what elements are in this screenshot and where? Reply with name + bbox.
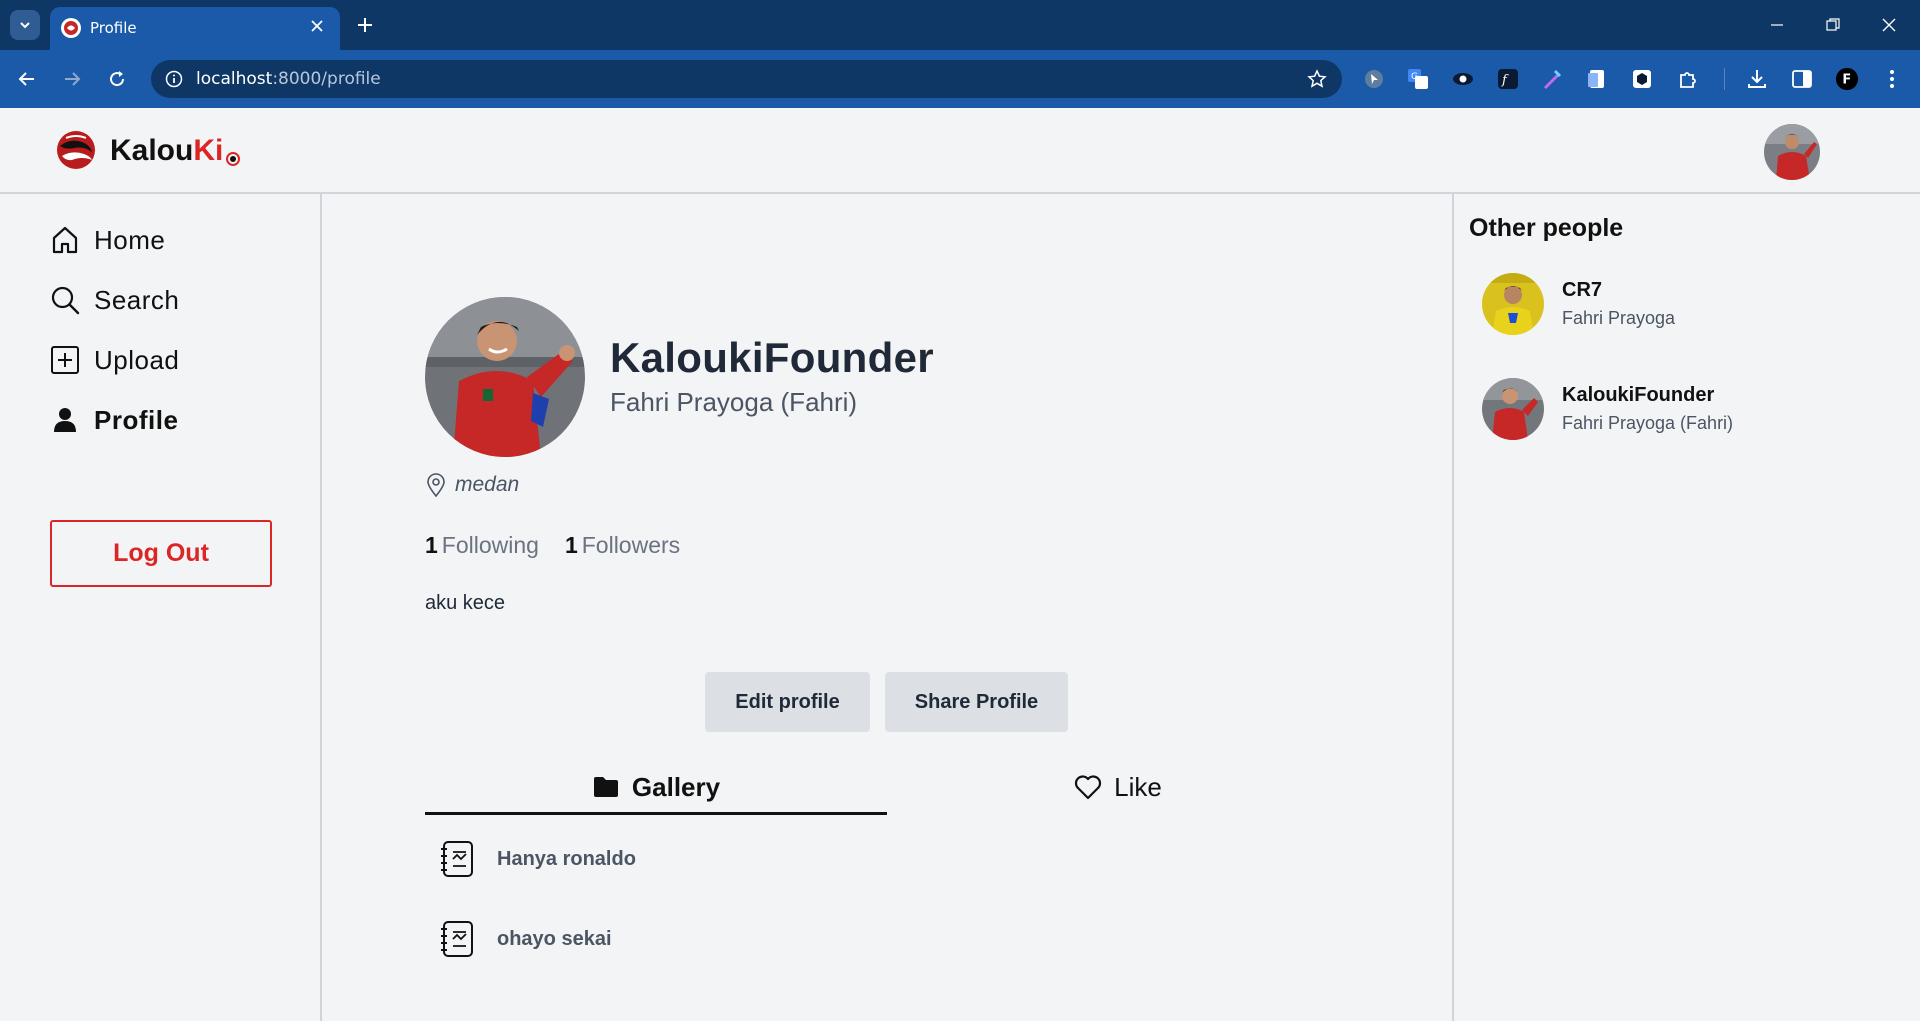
followers-label: Followers: [581, 532, 681, 558]
tab-like[interactable]: Like: [887, 759, 1349, 815]
profile-username: KaloukiFounder: [610, 334, 934, 381]
following-count: 1: [425, 532, 438, 558]
pen-extension-icon[interactable]: [1540, 67, 1564, 91]
tab-search-button[interactable]: [10, 10, 40, 40]
person-item-cr7[interactable]: CR7 Fahri Prayoga: [1482, 272, 1675, 336]
url-text: localhost:8000/profile: [196, 69, 381, 89]
logout-button[interactable]: Log Out: [50, 520, 272, 587]
followers-count: 1: [564, 532, 578, 558]
close-window-icon[interactable]: [1871, 10, 1907, 40]
profile-bio: aku kece: [425, 592, 506, 614]
person-subtitle: Fahri Prayoga (Fahri): [1562, 413, 1734, 433]
sidebar-item-upload[interactable]: Upload: [48, 342, 179, 378]
new-tab-plus-icon[interactable]: [352, 12, 378, 38]
folder-icon: [592, 773, 620, 801]
sidebar-item-search[interactable]: Search: [48, 282, 179, 318]
person-text: KaloukiFounder Fahri Prayoga (Fahri): [1562, 384, 1733, 434]
minimize-icon[interactable]: [1759, 10, 1795, 40]
list-item[interactable]: Hanya ronaldo: [437, 837, 636, 881]
extensions-puzzle-icon[interactable]: [1676, 67, 1700, 91]
person-item-kaloukifounder[interactable]: KaloukiFounder Fahri Prayoga (Fahri): [1482, 377, 1733, 441]
profile-location: medan: [425, 472, 519, 498]
sidebar-item-label: Profile: [94, 404, 179, 435]
sidebar-item-label: Search: [94, 284, 180, 315]
docs-extension-icon[interactable]: [1585, 67, 1609, 91]
user-icon: [48, 403, 82, 437]
side-panel-icon[interactable]: [1790, 67, 1814, 91]
svg-text:F: F: [1842, 73, 1851, 88]
person-text: CR7 Fahri Prayoga: [1562, 279, 1675, 329]
profile-account-icon[interactable]: F: [1835, 67, 1859, 91]
list-item[interactable]: ohayo sekai: [437, 917, 612, 961]
avatar: [1482, 273, 1544, 335]
cursor-extension-icon[interactable]: [1362, 67, 1386, 91]
location-pin-icon: [425, 472, 447, 498]
toolbar-separator: [1724, 68, 1725, 90]
album-icon: [437, 917, 477, 961]
svg-text:G: G: [1411, 72, 1418, 82]
profile-avatar: [425, 297, 585, 457]
album-icon: [437, 837, 477, 881]
chrome-menu-icon[interactable]: [1880, 67, 1904, 91]
person-name: CR7: [1562, 279, 1603, 301]
sidebar-item-label: Upload: [94, 344, 180, 375]
sidebar-item-home[interactable]: Home: [48, 222, 165, 258]
address-bar[interactable]: localhost:8000/profile: [151, 60, 1342, 98]
reload-icon[interactable]: [102, 64, 132, 94]
edit-profile-button[interactable]: Edit profile: [705, 672, 870, 732]
font-extension-icon[interactable]: f: [1496, 67, 1520, 91]
sidebar-item-profile[interactable]: Profile: [48, 402, 178, 438]
gallery-title: ohayo sekai: [497, 927, 612, 950]
forward-arrow-icon[interactable]: [57, 64, 87, 94]
header-user-avatar[interactable]: [1764, 124, 1820, 180]
bookmark-star-icon[interactable]: [1306, 68, 1328, 90]
download-icon[interactable]: [1745, 67, 1769, 91]
plus-square-icon: [48, 343, 82, 377]
chevron-down-icon: [20, 22, 30, 29]
tab-gallery[interactable]: Gallery: [425, 759, 887, 815]
back-arrow-icon[interactable]: [12, 64, 42, 94]
active-tab-underline: [425, 812, 887, 815]
translate-extension-icon[interactable]: G: [1406, 67, 1430, 91]
eye-extension-icon[interactable]: [1451, 67, 1475, 91]
left-sidebar: Home Search Upload Profile Log Out: [0, 194, 322, 1021]
tab-close-icon[interactable]: [306, 15, 328, 37]
tab-title: Profile: [90, 19, 137, 37]
following-stat[interactable]: 1 Following: [425, 532, 539, 559]
other-people-title: Other people: [1469, 214, 1624, 242]
hexagon-extension-icon[interactable]: [1630, 67, 1654, 91]
heart-icon: [1074, 773, 1102, 801]
person-subtitle: Fahri Prayoga: [1562, 308, 1676, 328]
sidebar-item-label: Home: [94, 224, 166, 255]
search-icon: [48, 283, 82, 317]
share-profile-button[interactable]: Share Profile: [885, 672, 1068, 732]
browser-tab-profile[interactable]: Profile: [50, 7, 340, 50]
site-info-icon[interactable]: [163, 68, 185, 90]
person-name: KaloukiFounder: [1562, 384, 1715, 406]
browser-toolbar: localhost:8000/profile G f F: [0, 50, 1920, 108]
other-people-panel: Other people CR7 Fahri Prayoga KaloukiFo…: [1452, 194, 1920, 1021]
tab-label: Like: [1114, 771, 1162, 802]
tab-label: Gallery: [631, 771, 721, 802]
home-icon: [48, 223, 82, 257]
following-label: Following: [441, 532, 539, 558]
profile-full-name: Fahri Prayoga (Fahri): [610, 387, 858, 417]
kalouki-logo-icon[interactable]: [56, 130, 96, 170]
app-header: KalouKi: [0, 108, 1920, 194]
gallery-title: Hanya ronaldo: [497, 847, 636, 870]
profile-main: KaloukiFounder Fahri Prayoga (Fahri) med…: [322, 194, 1452, 1021]
brand-dot-icon: [226, 152, 240, 166]
profile-tabs: Gallery Like: [425, 759, 1345, 815]
brand-name[interactable]: KalouKi: [110, 134, 223, 168]
profile-stats: 1 Following 1 Followers: [425, 532, 706, 559]
location-text: medan: [455, 473, 520, 496]
site-favicon-icon: [61, 18, 81, 38]
browser-tab-bar: Profile: [0, 0, 1920, 50]
restore-icon[interactable]: [1815, 10, 1851, 40]
avatar: [1482, 378, 1544, 440]
followers-stat[interactable]: 1 Followers: [565, 532, 680, 559]
